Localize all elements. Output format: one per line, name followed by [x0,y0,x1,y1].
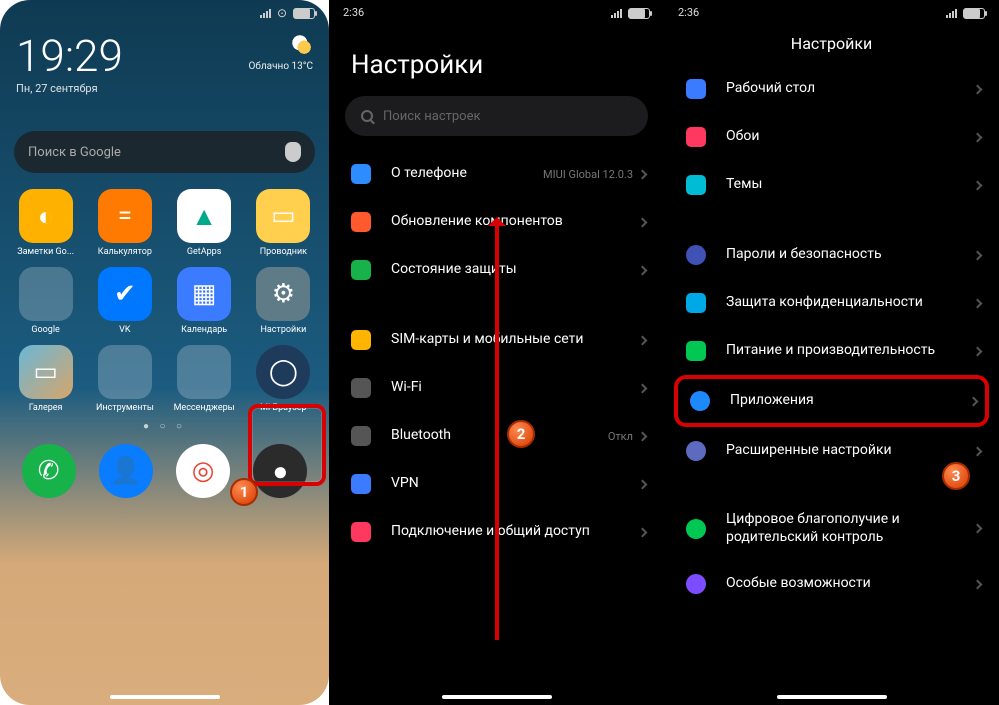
dock-contacts[interactable]: 👤 [99,444,153,498]
signal-icon [946,8,957,18]
google-search-bar[interactable]: Поиск в Google [14,131,315,173]
battery-icon [628,8,650,19]
chevron-icon [969,396,979,406]
chevron-icon [638,265,648,275]
chevron-icon [973,250,983,260]
chevron-icon [973,132,983,142]
settings-root: 2:36 Настройки Поиск настроек О телефоне… [329,0,664,705]
mic-icon[interactable] [285,142,301,162]
step-marker-1: 1 [230,478,258,506]
row-privacy[interactable]: Защита конфиденциальности [664,279,999,327]
chevron-icon [638,479,648,489]
folder-tools[interactable]: Инструменты [85,345,164,413]
app-mibrowser[interactable]: ◯Mi Браузер [244,345,323,413]
row-passwords-security[interactable]: Пароли и безопасность [664,231,999,279]
settings-search[interactable]: Поиск настроек [345,96,648,136]
step-marker-2: 2 [507,420,535,448]
chevron-icon [638,527,648,537]
row-themes[interactable]: Темы [664,161,999,209]
chevron-icon [973,84,983,94]
row-battery-performance[interactable]: Питание и производительность [664,327,999,375]
row-about-phone[interactable]: О телефонеMIUI Global 12.0.3 [329,150,664,198]
status-bar: ⊙ [0,0,329,26]
row-desktop[interactable]: Рабочий стол [664,65,999,113]
chevron-icon [638,169,648,179]
dock-phone[interactable]: ✆ [22,444,76,498]
wifi-icon: ⊙ [277,6,287,20]
chevron-icon [638,431,648,441]
row-applications[interactable]: Приложения [674,375,989,427]
chevron-icon [973,180,983,190]
folder-google[interactable]: Google [6,267,85,335]
row-wellbeing[interactable]: Цифровое благополучие и родительский кон… [664,497,999,560]
app-gallery[interactable]: ▭Галерея [6,345,85,413]
weather-icon [291,34,313,56]
scroll-arrow [495,220,499,640]
chevron-icon [638,335,648,345]
weather-widget[interactable]: Облачно 13°C [248,34,313,95]
app-getapps[interactable]: ▲GetApps [165,189,244,257]
homescreen: ⊙ 19:29 Пн, 27 сентября Облачно 13°C Пои… [0,0,329,705]
step-marker-3: 3 [942,462,970,490]
app-grid: ◐Заметки Go... =Калькулятор ▲GetApps ▭Пр… [0,173,329,413]
status-bar: 2:36 [664,0,999,26]
chevron-icon [973,579,983,589]
chevron-icon [973,346,983,356]
app-settings[interactable]: ⚙Настройки [244,267,323,335]
app-vk[interactable]: ✔VK [85,267,164,335]
clock: 19:29 [16,34,123,78]
gesture-bar[interactable] [442,695,552,699]
settings-scrolled: 2:36 Настройки Рабочий стол Обои Темы Па… [664,0,999,705]
app-calendar[interactable]: ▦Календарь [165,267,244,335]
app-explorer[interactable]: ▭Проводник [244,189,323,257]
chevron-icon [973,446,983,456]
dock-chrome[interactable]: ◎ [176,444,230,498]
row-accessibility[interactable]: Особые возможности [664,560,999,608]
highlight-settings-app [248,404,326,486]
app-notes[interactable]: ◐Заметки Go... [6,189,85,257]
signal-icon [611,8,622,18]
app-calculator[interactable]: =Калькулятор [85,189,164,257]
battery-icon [963,8,985,19]
search-icon [361,110,373,122]
chevron-icon [973,298,983,308]
status-bar: 2:36 [329,0,664,26]
row-wallpaper[interactable]: Обои [664,113,999,161]
chevron-icon [638,217,648,227]
folder-messengers[interactable]: Мессенджеры [165,345,244,413]
gesture-bar[interactable] [110,695,220,699]
chevron-icon [973,524,983,534]
battery-icon [293,8,315,19]
chevron-icon [638,383,648,393]
signal-icon [260,8,271,18]
date: Пн, 27 сентября [16,82,123,95]
gesture-bar[interactable] [777,695,887,699]
